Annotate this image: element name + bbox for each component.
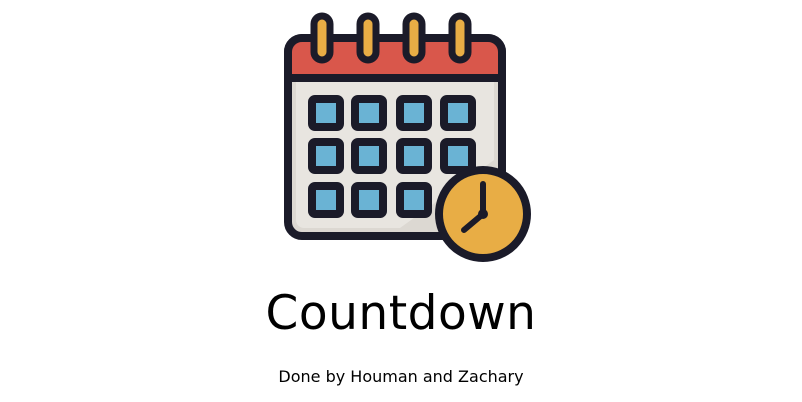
splash-screen: Countdown Done by Houman and Zachary: [0, 0, 802, 402]
calendar-clock-icon: [284, 12, 531, 262]
credits-text: Done by Houman and Zachary: [278, 367, 524, 386]
app-title: Countdown: [265, 286, 537, 341]
